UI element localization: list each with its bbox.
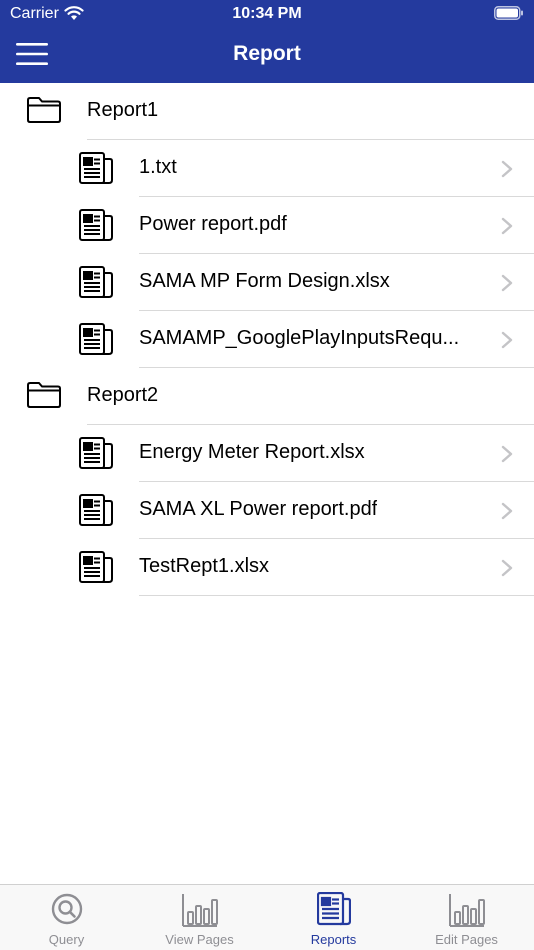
document-icon [79, 266, 113, 298]
tab-label: Query [48, 932, 85, 947]
report-icon [316, 892, 351, 926]
file-row[interactable]: SAMA XL Power report.pdf [0, 482, 534, 539]
search-icon [51, 893, 82, 925]
file-row[interactable]: SAMA MP Form Design.xlsx [0, 254, 534, 311]
file-label: 1.txt [139, 156, 177, 178]
document-icon [79, 494, 113, 526]
file-row[interactable]: Power report.pdf [0, 197, 534, 254]
tab-query[interactable]: Query [0, 885, 133, 950]
file-label: Energy Meter Report.xlsx [139, 441, 365, 463]
document-icon [79, 323, 113, 355]
file-row[interactable]: SAMAMP_GooglePlayInputsRequ... [0, 311, 534, 368]
tab-edit-pages[interactable]: Edit Pages [400, 885, 533, 950]
file-label: TestRept1.xlsx [139, 555, 270, 577]
file-label: SAMAMP_GooglePlayInputsRequ... [139, 327, 460, 349]
folder-label: Report2 [87, 384, 159, 406]
chevron-right-icon [501, 217, 513, 235]
bar-chart-icon [448, 894, 485, 927]
tab-reports[interactable]: Reports [267, 885, 400, 950]
document-icon [79, 209, 113, 241]
chevron-right-icon [501, 445, 513, 463]
page-title: Report [233, 42, 301, 65]
folder-row[interactable]: Report2 [0, 368, 534, 425]
chevron-right-icon [501, 160, 513, 178]
document-icon [79, 437, 113, 469]
navigation-bar: Carrier 10:34 PM Report [0, 0, 534, 83]
folder-icon [27, 97, 61, 123]
document-icon [79, 551, 113, 583]
chevron-right-icon [501, 502, 513, 520]
file-label: SAMA XL Power report.pdf [139, 498, 378, 520]
status-time: 10:34 PM [232, 5, 302, 22]
tab-label: Reports [310, 932, 357, 947]
file-row[interactable]: 1.txt [0, 140, 534, 197]
tab-label: Edit Pages [435, 932, 498, 947]
tab-view-pages[interactable]: View Pages [133, 885, 266, 950]
chevron-right-icon [501, 331, 513, 349]
file-label: Power report.pdf [139, 213, 287, 235]
file-row[interactable]: Energy Meter Report.xlsx [0, 425, 534, 482]
folder-row[interactable]: Report1 [0, 83, 534, 140]
file-label: SAMA MP Form Design.xlsx [139, 270, 390, 292]
folder-icon [27, 382, 61, 408]
report-list: Report1 1.txt Power report.pdf SAMA MP F… [0, 83, 534, 596]
file-row[interactable]: TestRept1.xlsx [0, 539, 534, 596]
status-bar: Carrier 10:34 PM [0, 0, 534, 28]
tab-label: View Pages [165, 932, 234, 947]
bar-chart-icon [181, 894, 218, 927]
tab-bar: Query View Pages Reports Edit Pages [0, 884, 534, 950]
chevron-right-icon [501, 559, 513, 577]
battery-icon [494, 6, 523, 20]
chevron-right-icon [501, 274, 513, 292]
separator [139, 595, 534, 596]
folder-label: Report1 [87, 99, 159, 121]
document-icon [79, 152, 113, 184]
